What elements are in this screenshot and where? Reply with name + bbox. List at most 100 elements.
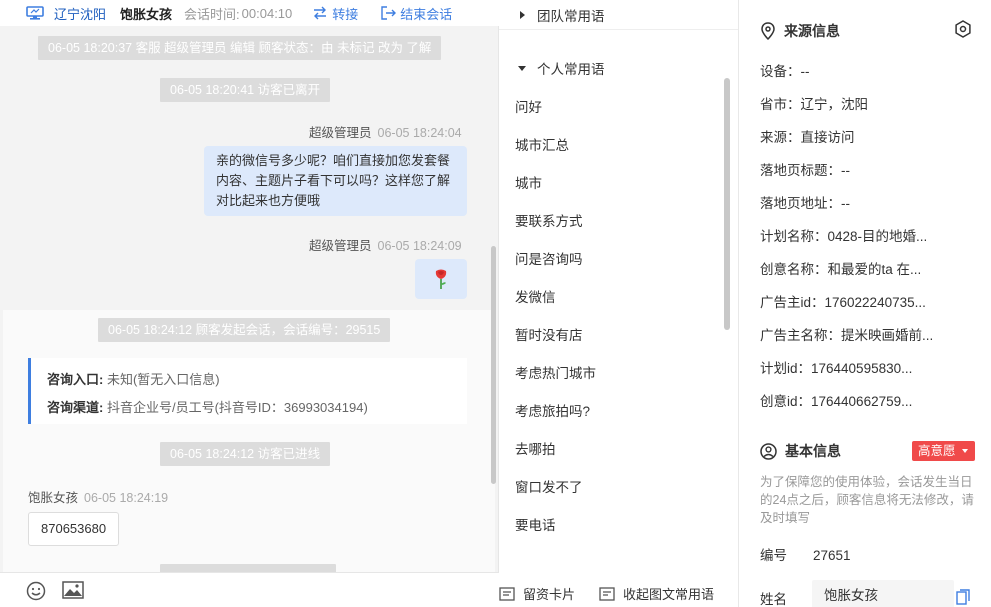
sender-name: 超级管理员 xyxy=(309,239,372,253)
message-line: 对比起来也方便哦 xyxy=(216,193,321,208)
consult-entry-value: 未知(暂无入口信息) xyxy=(106,372,220,387)
team-phrases-label: 团队常用语 xyxy=(537,8,605,24)
caret-right-icon xyxy=(520,10,525,19)
transfer-label: 转接 xyxy=(332,6,359,22)
caret-down-icon xyxy=(962,449,968,453)
system-message: 06-05 18:20:41 访客已离开 xyxy=(160,78,331,102)
message-meta: 超级管理员 06-05 18:24:09 xyxy=(309,235,462,254)
collapse-phrases-button[interactable]: 收起图文常用语 xyxy=(599,584,714,603)
message-time: 06-05 18:24:19 xyxy=(84,491,169,505)
phrase-item[interactable]: 考虑热门城市 xyxy=(515,362,596,382)
info-field: 创意名称：和最爱的ta 在... xyxy=(760,262,922,277)
consult-channel: 咨询渠道: 抖音企业号/员工号(抖音号ID：36993034194) xyxy=(47,394,451,422)
phrase-item[interactable]: 发微信 xyxy=(515,286,556,306)
phrase-item[interactable]: 去哪拍 xyxy=(515,438,556,458)
consult-channel-label: 咨询渠道: xyxy=(47,400,104,415)
info-field: 省市：辽宁，沈阳 xyxy=(760,97,868,112)
end-session-label: 结束会话 xyxy=(400,6,453,22)
system-message: 06-05 18:24:12 顾客发起会话，会话编号：29515 xyxy=(98,318,391,342)
phrases-scrollbar[interactable] xyxy=(724,78,730,330)
consult-entry: 咨询入口: 未知(暂无入口信息) xyxy=(47,366,451,394)
session-time: 00:04:10 xyxy=(241,5,293,21)
consult-info-card: 咨询入口: 未知(暂无入口信息) 咨询渠道: 抖音企业号/员工号(抖音号ID：3… xyxy=(28,358,467,424)
consult-entry-label: 咨询入口: xyxy=(47,372,104,387)
caret-down-icon xyxy=(518,66,526,71)
info-field: 设备：-- xyxy=(760,64,810,79)
message-meta: 超级管理员 06-05 18:24:04 xyxy=(309,122,462,141)
phrase-item[interactable]: 要联系方式 xyxy=(515,210,583,230)
visitor-id-value: 27651 xyxy=(813,548,851,563)
info-field: 创意id：176440662759... xyxy=(760,394,913,409)
sender-name: 超级管理员 xyxy=(309,126,372,140)
system-message: 06-05 18:20:37 客服 超级管理员 编辑 顾客状态：由 未标记 改为… xyxy=(38,36,442,60)
phrase-item[interactable]: 问是咨询吗 xyxy=(515,248,583,268)
session-time-label: 会话时间: xyxy=(184,6,240,22)
message-meta: 饱胀女孩 06-05 18:24:19 xyxy=(28,487,168,506)
source-info-title: 来源信息 xyxy=(760,21,840,41)
consult-channel-value: 抖音企业号/员工号(抖音号ID：36993034194) xyxy=(106,400,368,415)
message-time: 06-05 18:24:09 xyxy=(377,239,462,253)
user-circle-icon xyxy=(760,442,777,460)
location-pin-icon xyxy=(761,22,775,40)
message-line: 内容、主题片子看下可以吗？这样您了解 xyxy=(216,173,451,188)
intent-badge-label: 高意愿 xyxy=(918,444,956,458)
team-phrases-group[interactable]: 团队常用语 xyxy=(499,0,738,30)
phrases-footer: 留资卡片 收起图文常用语 xyxy=(499,580,738,607)
message-time: 06-05 18:24:04 xyxy=(377,126,462,140)
sender-name: 饱胀女孩 xyxy=(28,491,79,505)
message-list[interactable]: 06-05 18:20:37 客服 超级管理员 编辑 顾客状态：由 未标记 改为… xyxy=(3,30,495,572)
visitor-message-bubble[interactable]: 870653680 xyxy=(28,512,120,546)
visitor-location: 辽宁沈阳 xyxy=(54,6,107,22)
intent-badge[interactable]: 高意愿 xyxy=(912,441,975,461)
info-field: 广告主名称：提米映画婚前... xyxy=(760,328,934,343)
phrase-item[interactable]: 考虑旅拍吗? xyxy=(515,400,590,420)
chat-header: 辽宁沈阳 饱胀女孩 会话时间: 00:04:10 转接 结束会话 xyxy=(0,0,499,26)
agent-message-bubble[interactable] xyxy=(415,259,467,299)
info-field: 落地页地址：-- xyxy=(760,196,850,211)
leave-card-label: 留资卡片 xyxy=(523,587,576,602)
info-field: 落地页标题：-- xyxy=(760,163,850,178)
rose-emoji-icon xyxy=(435,269,447,289)
transfer-icon xyxy=(314,6,327,20)
visitor-name-input[interactable]: 饱胀女孩 xyxy=(812,580,954,607)
basic-info-title: 基本信息 xyxy=(760,441,841,461)
system-message: 06-05 18:24:12 访客已进线 xyxy=(160,442,331,466)
common-phrases-panel: 团队常用语 个人常用语 问好 城市汇总 城市 要联系方式 问是咨询吗 发微信 暂… xyxy=(499,0,739,607)
visitor-id-row: 编号 27651 xyxy=(760,544,851,564)
chat-panel: 辽宁沈阳 饱胀女孩 会话时间: 00:04:10 转接 结束会话 06-05 1… xyxy=(0,0,499,607)
phrase-item[interactable]: 窗口发不了 xyxy=(515,476,583,496)
info-field: 广告主id：176022240735... xyxy=(760,295,926,310)
info-field: 计划名称：0428-目的地婚... xyxy=(760,229,928,244)
collapse-phrases-label: 收起图文常用语 xyxy=(623,587,715,602)
end-session-button[interactable]: 结束会话 xyxy=(380,4,452,23)
monitor-icon xyxy=(26,6,44,20)
card-icon xyxy=(499,586,515,601)
info-field: 来源：直接访问 xyxy=(760,130,855,145)
phrase-item[interactable]: 城市汇总 xyxy=(515,134,569,154)
chat-toolbar xyxy=(0,572,499,607)
phrase-item[interactable]: 暂时没有店 xyxy=(515,324,583,344)
logout-icon xyxy=(381,6,397,20)
visitor-name-label: 姓名 xyxy=(760,592,787,607)
phrase-item[interactable]: 问好 xyxy=(515,96,542,116)
system-message-partial xyxy=(160,564,336,572)
my-phrases-group[interactable]: 个人常用语 xyxy=(499,53,738,83)
info-field: 计划id：176440595830... xyxy=(760,361,913,376)
smile-icon[interactable] xyxy=(26,581,46,601)
image-icon[interactable] xyxy=(62,581,84,599)
visitor-info-panel: 来源信息 设备：-- 省市：辽宁，沈阳 来源：直接访问 落地页标题：-- 落地页… xyxy=(740,0,991,607)
edit-notice: 为了保障您的使用体验，会话发生当日的24点之后，顾客信息将无法修改，请及时填写 xyxy=(760,475,974,525)
chat-scrollbar[interactable] xyxy=(491,246,496,484)
my-phrases-label: 个人常用语 xyxy=(537,62,605,77)
phrase-item[interactable]: 城市 xyxy=(515,172,542,192)
copy-icon[interactable] xyxy=(956,589,970,605)
agent-message-bubble[interactable]: 亲的微信号多少呢？咱们直接加您发套餐 内容、主题片子看下可以吗？这样您了解 对比… xyxy=(204,146,467,216)
transfer-button[interactable]: 转接 xyxy=(312,4,358,23)
leave-card-button[interactable]: 留资卡片 xyxy=(499,584,575,603)
settings-icon[interactable] xyxy=(954,20,972,38)
phrase-item[interactable]: 要电话 xyxy=(515,514,556,534)
message-line: 亲的微信号多少呢？咱们直接加您发套餐 xyxy=(216,153,451,168)
message-icon xyxy=(599,586,615,601)
basic-info-label: 基本信息 xyxy=(785,443,841,459)
visitor-id-label: 编号 xyxy=(760,548,787,563)
